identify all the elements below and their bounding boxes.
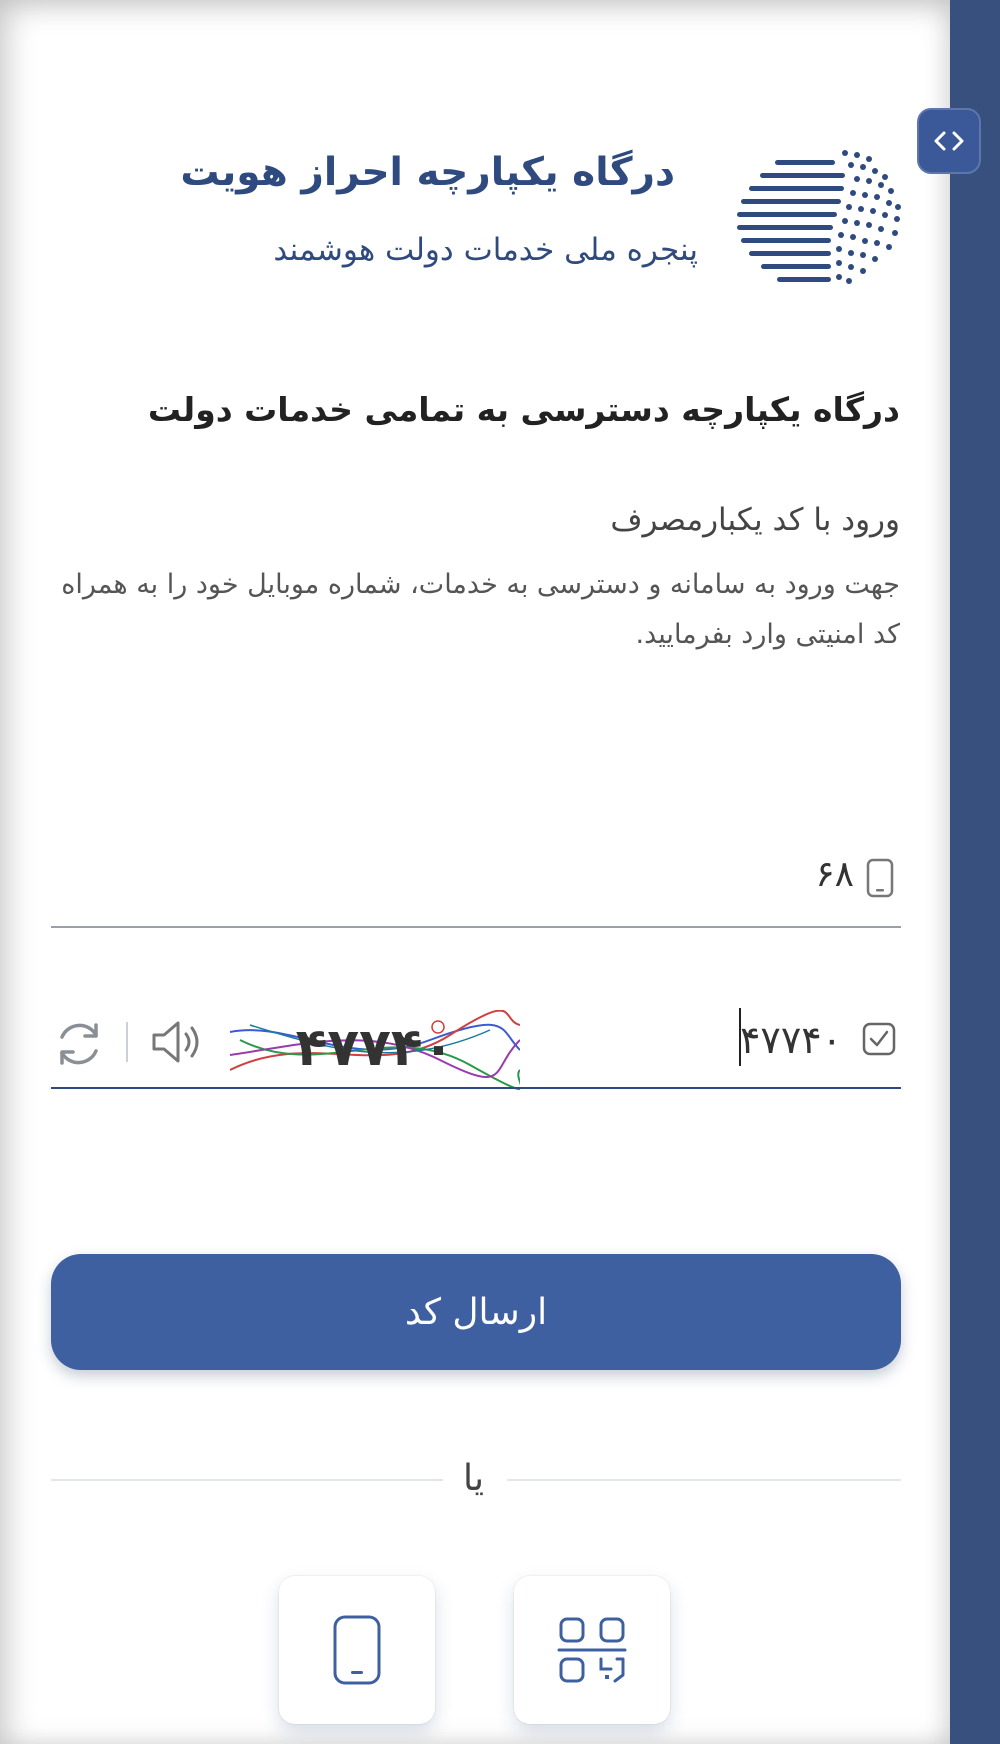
mobile-icon [866, 858, 894, 898]
otp-description: جهت ورود به سامانه و دسترسی به خدمات، شم… [61, 569, 900, 650]
or-label: یا [463, 1458, 484, 1499]
globe-lines-logo [737, 150, 901, 284]
captcha-field-underline [51, 1087, 901, 1089]
speaker-icon[interactable] [148, 1018, 206, 1066]
qr-code-icon [557, 1617, 627, 1683]
mobile-login-button[interactable] [279, 1576, 435, 1724]
page-heading: درگاه یکپارچه دسترسی به تمامی خدمات دولت [147, 390, 900, 429]
otp-title: ورود با کد یکبارمصرف [610, 502, 900, 538]
check-square-icon [862, 1022, 896, 1056]
or-divider-right [507, 1479, 901, 1481]
captcha-input[interactable]: ۴۷۷۴۰ [740, 1018, 842, 1062]
qr-login-button[interactable] [514, 1576, 670, 1724]
or-divider-left [51, 1479, 443, 1481]
phone-input[interactable]: ۶۸ [815, 854, 854, 895]
captcha-image-text: ۴۷۷۴۰ [295, 1018, 455, 1078]
phone-field-underline [51, 926, 901, 928]
portal-title: درگاه یکپارچه احراز هویت [180, 150, 675, 195]
portal-subtitle: پنجره ملی خدمات دولت هوشمند [273, 232, 698, 268]
side-panel [950, 0, 1000, 1744]
panel-toggle-button[interactable] [917, 108, 981, 174]
captcha-divider [126, 1022, 128, 1062]
send-code-button[interactable]: ارسال کد [51, 1254, 901, 1370]
mobile-icon [333, 1615, 381, 1685]
code-brackets-icon [934, 131, 964, 151]
refresh-icon[interactable] [52, 1017, 106, 1071]
captcha-image: ۴۷۷۴۰ [230, 1010, 520, 1090]
text-caret [739, 1008, 741, 1066]
